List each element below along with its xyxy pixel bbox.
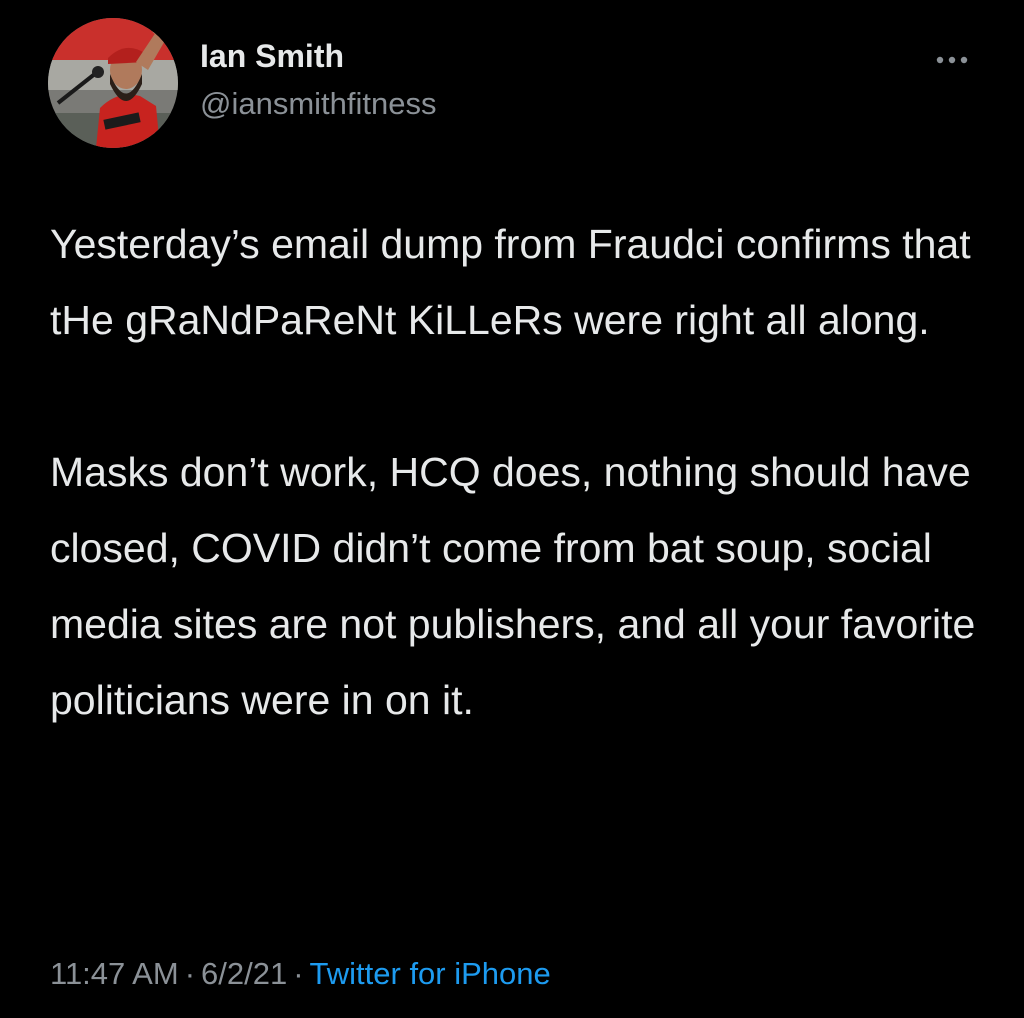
tweet-card: Ian Smith @iansmithfitness Yesterday’s e… bbox=[0, 0, 1024, 1018]
tweet-metadata: 11:47 AM · 6/2/21 · Twitter for iPhone bbox=[50, 956, 551, 992]
more-horizontal-icon bbox=[936, 56, 968, 64]
tweet-date[interactable]: 6/2/21 bbox=[201, 956, 287, 991]
separator-dot: · bbox=[184, 956, 196, 991]
avatar[interactable] bbox=[48, 18, 178, 148]
author-name[interactable]: Ian Smith bbox=[200, 38, 344, 75]
author-handle[interactable]: @iansmithfitness bbox=[200, 86, 437, 122]
avatar-image bbox=[48, 18, 178, 148]
tweet-paragraph: Yesterday’s email dump from Fraudci conf… bbox=[50, 221, 971, 343]
more-options-button[interactable] bbox=[928, 44, 976, 76]
tweet-paragraph: Masks don’t work, HCQ does, nothing shou… bbox=[50, 449, 976, 723]
separator-dot: · bbox=[293, 956, 304, 991]
tweet-source-link[interactable]: Twitter for iPhone bbox=[310, 956, 551, 991]
tweet-text: Yesterday’s email dump from Fraudci conf… bbox=[50, 206, 990, 738]
tweet-time[interactable]: 11:47 AM bbox=[50, 956, 179, 991]
